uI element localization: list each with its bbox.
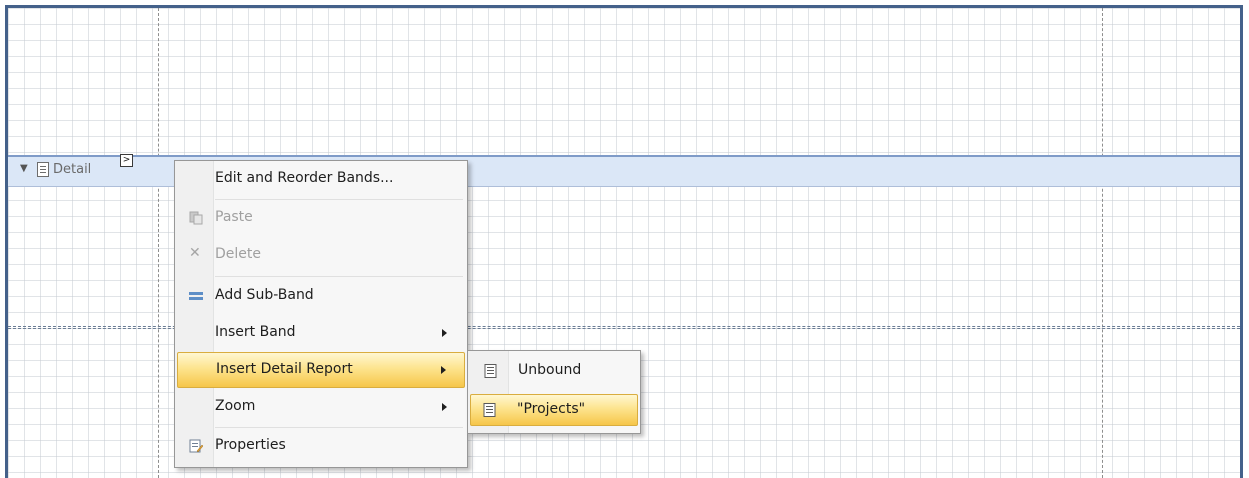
band-label: Detail [53, 162, 92, 177]
context-menu: Edit and Reorder Bands... Paste ✕ Delete… [174, 160, 468, 468]
left-margin-line [158, 8, 159, 478]
menu-item-zoom[interactable]: Zoom [177, 390, 465, 426]
menu-item-add-sub-band[interactable]: Add Sub-Band [177, 279, 465, 315]
menu-item-properties[interactable]: Properties [177, 429, 465, 465]
menu-item-edit-reorder-bands[interactable]: Edit and Reorder Bands... [177, 162, 465, 198]
menu-item-label: Insert Detail Report [216, 361, 353, 377]
delete-icon: ✕ [189, 245, 201, 261]
menu-separator [215, 427, 463, 428]
submenu-arrow-icon [441, 366, 446, 374]
submenu-arrow-icon [442, 403, 447, 411]
band-icon [37, 162, 49, 177]
menu-item-label: Delete [215, 246, 261, 262]
submenu-arrow-icon [442, 329, 447, 337]
submenu-item-label: Unbound [518, 362, 582, 378]
menu-item-delete[interactable]: ✕ Delete [177, 238, 465, 274]
submenu-item-projects[interactable]: "Projects" [470, 394, 638, 426]
submenu-item-unbound[interactable]: Unbound [470, 354, 638, 390]
insert-detail-report-submenu: Unbound "Projects" [467, 350, 641, 434]
right-margin-line [1102, 8, 1103, 478]
menu-item-label: Paste [215, 209, 253, 225]
menu-separator [215, 276, 463, 277]
menu-item-insert-detail-report[interactable]: Insert Detail Report [177, 352, 465, 388]
menu-item-paste[interactable]: Paste [177, 201, 465, 237]
submenu-item-label: "Projects" [517, 401, 586, 417]
menu-item-label: Zoom [215, 398, 256, 414]
sub-band-icon [189, 292, 203, 300]
menu-item-insert-band[interactable]: Insert Band [177, 316, 465, 352]
smart-tag-button[interactable]: > [120, 154, 133, 167]
report-icon [483, 403, 496, 417]
menu-item-label: Insert Band [215, 324, 296, 340]
collapse-arrow-icon[interactable]: ▼ [20, 163, 28, 174]
menu-separator [215, 199, 463, 200]
report-icon [484, 364, 497, 378]
paste-icon [189, 211, 203, 225]
menu-item-label: Add Sub-Band [215, 287, 314, 303]
menu-item-label: Properties [215, 437, 286, 453]
properties-icon [189, 439, 203, 453]
menu-item-label: Edit and Reorder Bands... [215, 170, 394, 186]
